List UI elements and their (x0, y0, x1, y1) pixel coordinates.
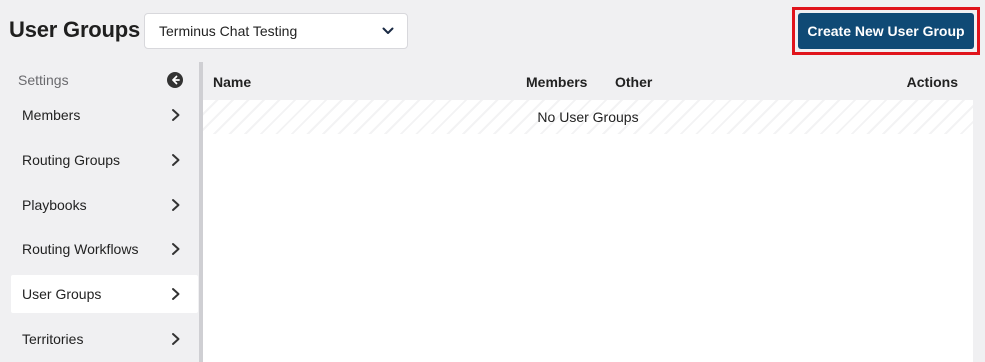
user-groups-table: Name Members Other Actions No User Group… (203, 63, 973, 362)
sidebar-item-label: Routing Groups (22, 152, 121, 168)
organization-select[interactable]: Terminus Chat Testing (144, 13, 408, 49)
sidebar-item-label: Routing Workflows (22, 241, 139, 257)
sidebar-item-label: Members (22, 107, 81, 123)
circle-arrow-left-icon[interactable] (167, 72, 183, 88)
empty-table-row: No User Groups (203, 100, 973, 134)
organization-select-value: Terminus Chat Testing (159, 23, 298, 39)
sidebar-item-playbooks[interactable]: Playbooks (11, 186, 198, 224)
empty-message: No User Groups (537, 109, 639, 125)
chevron-right-icon (170, 153, 182, 167)
sidebar-item-routing-workflows[interactable]: Routing Workflows (11, 230, 198, 268)
page-title: User Groups (9, 17, 141, 42)
column-header-other[interactable]: Other (615, 74, 652, 90)
chevron-right-icon (170, 332, 182, 346)
column-header-members[interactable]: Members (526, 74, 587, 90)
sidebar-item-members[interactable]: Members (11, 96, 198, 134)
sidebar-item-label: Territories (22, 331, 84, 347)
sidebar-item-routing-groups[interactable]: Routing Groups (11, 141, 198, 179)
chevron-right-icon (170, 242, 182, 256)
create-button-highlight: Create New User Group (792, 7, 980, 55)
chevron-right-icon (170, 198, 182, 212)
sidebar-item-label: Playbooks (22, 197, 87, 213)
chevron-right-icon (170, 287, 182, 301)
table-header: Name Members Other Actions (203, 63, 973, 100)
create-new-user-group-button[interactable]: Create New User Group (798, 13, 974, 49)
chevron-down-icon (381, 24, 395, 38)
sidebar-item-label: User Groups (22, 286, 102, 302)
settings-label: Settings (18, 72, 69, 88)
settings-header: Settings (18, 71, 183, 89)
column-header-name[interactable]: Name (213, 74, 251, 90)
right-gutter (973, 63, 985, 362)
settings-sidebar: Settings Members Routing Groups Playbook… (0, 62, 200, 362)
user-groups-page: User Groups Terminus Chat Testing Create… (0, 0, 985, 362)
sidebar-item-user-groups[interactable]: User Groups (11, 275, 198, 313)
chevron-right-icon (170, 108, 182, 122)
sidebar-item-territories[interactable]: Territories (11, 320, 198, 358)
column-header-actions: Actions (906, 74, 958, 90)
